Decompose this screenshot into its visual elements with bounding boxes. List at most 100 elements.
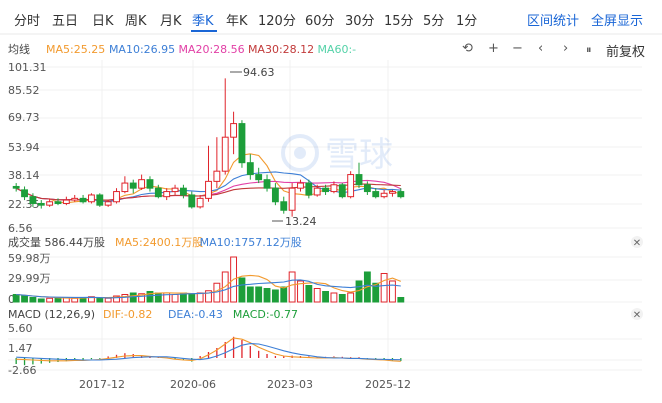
- zoom-out-icon[interactable]: −: [512, 41, 523, 56]
- candle-body: [280, 201, 288, 211]
- candle-body: [288, 187, 296, 211]
- ma-legend-item-3: MA30:28.12: [248, 43, 314, 56]
- candle-body: [246, 162, 254, 176]
- kline-chart[interactable]: 雪球 均线 MA5:25.25 MA10:26.95 MA20:28.56 MA30:…: [0, 0, 662, 403]
- min-annotation: 13.24: [272, 215, 317, 228]
- volume-bar: [21, 295, 28, 303]
- macd-close-icon[interactable]: ✕: [631, 308, 643, 321]
- ma-legend-item-4: MA60:-: [317, 43, 356, 56]
- svg-text:94.63: 94.63: [243, 66, 275, 79]
- scroll-left-icon[interactable]: ‹: [538, 41, 543, 56]
- x-axis: 2017-12 2020-06 2023-03 2025-12: [79, 378, 411, 391]
- candle-body: [372, 191, 380, 198]
- volume-bar: [104, 297, 112, 303]
- candle-body: [163, 191, 171, 198]
- volume-bar: [280, 286, 288, 303]
- candle-body: [88, 194, 95, 203]
- svg-text:13.24: 13.24: [285, 215, 317, 228]
- y-tick-label: 6.56: [8, 222, 33, 235]
- candle-body: [196, 197, 204, 208]
- candle-body: [330, 184, 338, 193]
- macd-label: MACD (12,26,9): [8, 308, 95, 321]
- svg-text:✕: ✕: [633, 310, 641, 321]
- candle-body: [179, 187, 187, 196]
- macd-legend-item-2: MACD:-0.77: [233, 308, 298, 321]
- candle-body: [21, 189, 28, 198]
- y-tick-label: 38.14: [8, 169, 40, 182]
- volume-bar: [171, 293, 179, 303]
- restore-icon[interactable]: ⟲: [462, 41, 473, 56]
- main-y-axis: 101.3185.5269.7353.9438.1422.356.56: [8, 61, 47, 235]
- candle-body: [221, 136, 229, 172]
- x-tick-label: 2023-03: [267, 378, 313, 391]
- candle-body: [37, 202, 45, 206]
- candle-body: [46, 201, 54, 206]
- volume-bar: [196, 292, 204, 303]
- volume-bar: [380, 272, 388, 303]
- candle-body: [380, 192, 388, 198]
- candle-body: [121, 182, 129, 193]
- volume-bar: [121, 293, 129, 303]
- candle-body: [171, 187, 179, 193]
- macd-legend-item-0: DIF:-0.82: [103, 308, 152, 321]
- volume-bar: [188, 293, 196, 303]
- macd-legend: DIF:-0.82 DEA:-0.43 MACD:-0.77: [103, 308, 298, 321]
- volume-bar: [322, 290, 329, 303]
- volume-bar: [71, 297, 79, 303]
- y-tick-label: 101.31: [8, 61, 47, 74]
- svg-text:✕: ✕: [633, 238, 641, 249]
- ma-label: 均线: [8, 42, 30, 56]
- candle-body: [263, 179, 271, 189]
- volume-bar: [238, 277, 246, 303]
- volume-bar: [255, 286, 263, 303]
- volume-bar: [54, 297, 62, 303]
- candle-body: [355, 174, 363, 186]
- y-tick-label: 5.60: [8, 322, 33, 335]
- candle-body: [238, 123, 246, 164]
- volume-legend: MA5:2400.1万股MA10:1757.12万股: [115, 236, 302, 249]
- volume-bar: [129, 292, 137, 303]
- candle-body: [113, 191, 120, 203]
- candle-body: [305, 182, 313, 196]
- xueqiu-watermark: 雪球: [281, 134, 393, 175]
- volume-bar: [154, 292, 162, 303]
- candle-body: [297, 182, 304, 189]
- candle-body: [79, 197, 87, 203]
- candle-body: [338, 184, 346, 198]
- y-tick-label: 29.99万: [8, 272, 51, 285]
- candle-body: [12, 185, 20, 189]
- candle-body: [347, 174, 355, 198]
- candle-body: [397, 191, 405, 198]
- candle-body: [205, 180, 212, 199]
- candle-body: [255, 174, 263, 181]
- volume-bar: [347, 292, 355, 303]
- volume-bar: [305, 284, 313, 303]
- macd-legend-item-1: DEA:-0.43: [168, 308, 223, 321]
- vol-legend-item-1: MA10:1757.12万股: [200, 236, 302, 249]
- zoom-in-icon[interactable]: +: [488, 41, 499, 56]
- volume-close-icon[interactable]: ✕: [631, 236, 643, 249]
- candle-body: [322, 187, 329, 193]
- y-tick-label: 53.94: [8, 141, 40, 154]
- candle-body: [62, 199, 70, 204]
- candle-body: [188, 194, 196, 208]
- volume-bar: [313, 287, 321, 303]
- volume-bar: [271, 289, 279, 303]
- candle-body: [96, 194, 104, 206]
- candle-body: [138, 179, 146, 189]
- volume-bar: [338, 293, 346, 303]
- ma-legend-item-0: MA5:25.25: [46, 43, 105, 56]
- volume-bar: [37, 298, 45, 303]
- candle-body: [29, 196, 37, 204]
- volume-bar: [389, 280, 396, 303]
- split-icon[interactable]: ⏸: [586, 43, 592, 57]
- y-tick-label: 1.47: [8, 342, 33, 355]
- x-tick-label: 2025-12: [365, 378, 411, 391]
- scroll-right-icon[interactable]: ›: [563, 41, 568, 56]
- volume-bar: [288, 271, 296, 303]
- volume-bar: [397, 296, 405, 303]
- ma-legend-item-2: MA20:28.56: [178, 43, 244, 56]
- adjust-price-button[interactable]: 前复权: [606, 41, 645, 60]
- volume-bar: [246, 286, 254, 303]
- y-tick-label: 59.98万: [8, 252, 51, 265]
